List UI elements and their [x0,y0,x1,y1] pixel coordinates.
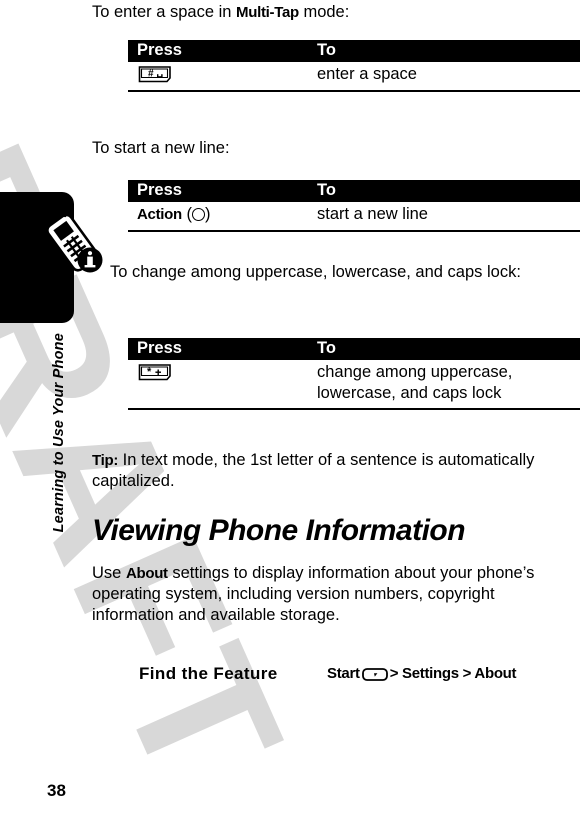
space-table-to-cell: enter a space [317,65,417,83]
newline-table-header: Press To [128,180,580,202]
table-bottom-rule [128,91,580,95]
star-key-icon: * [137,363,173,382]
page-number: 38 [47,781,66,800]
action-circle-key-icon: () [186,205,211,223]
about-term: About [125,565,168,582]
table-row: Action () start a new line [128,202,580,231]
table-row: * change among uppercase, lowercase, and… [128,360,580,409]
section-body-before: Use [92,564,126,582]
page-title: Viewing Phone Information [92,514,466,547]
start-key-icon [361,667,388,681]
space-intro-before: To enter a space in [92,3,237,21]
multi-tap-term: Multi-Tap [236,4,299,21]
space-intro-after: mode: [298,3,350,21]
svg-text:*: * [147,366,152,378]
find-the-feature-row: Find the Feature Start > Settings > About [130,664,580,688]
newline-intro-paragraph: To start a new line: [92,139,230,157]
space-table: Press To # enter a space [128,40,580,95]
table-bottom-rule [128,409,580,413]
tip-paragraph: Tip: In text mode, the 1st letter of a s… [92,450,562,492]
case-table-header-press: Press [137,339,182,357]
action-key-cell: Action () [137,205,307,224]
manual-page: Learning to Use Your Phone To enter a sp… [0,0,580,811]
table-row: # enter a space [128,62,580,91]
star-key-cell: * [137,363,307,382]
case-table-header-to: To [317,339,336,357]
case-table-header: Press To [128,338,580,360]
case-table: Press To * change among uppercase, lower… [128,338,580,413]
case-table-to-cell: change among uppercase, lowercase, and c… [317,363,513,402]
space-table-header-press: Press [137,41,182,59]
space-intro-paragraph: To enter a space in Multi-Tap mode: [92,2,562,23]
space-table-header-to: To [317,41,336,59]
chapter-title-vertical: Learning to Use Your Phone [51,333,67,533]
newline-table-to-cell: start a new line [317,205,428,223]
table-bottom-rule [128,231,580,235]
tip-label: Tip: [92,452,119,469]
start-label: Start [327,665,360,682]
newline-table: Press To Action () start a new line [128,180,580,235]
newline-table-header-press: Press [137,181,182,199]
find-the-feature-path: Start > Settings > About [327,665,517,682]
case-intro-paragraph: To change among uppercase, lowercase, an… [110,263,521,281]
section-body-paragraph: Use About settings to display informatio… [92,563,542,626]
newline-table-header-to: To [317,181,336,199]
tip-text: In text mode, the 1st letter of a senten… [92,451,535,490]
pound-key-cell: # [137,65,307,84]
find-the-feature-label: Find the Feature [139,664,278,683]
action-key-label: Action [137,206,182,223]
pound-key-icon: # [137,65,173,84]
start-path-rest: > Settings > About [389,665,517,682]
space-table-header: Press To [128,40,580,62]
svg-text:#: # [148,69,154,80]
